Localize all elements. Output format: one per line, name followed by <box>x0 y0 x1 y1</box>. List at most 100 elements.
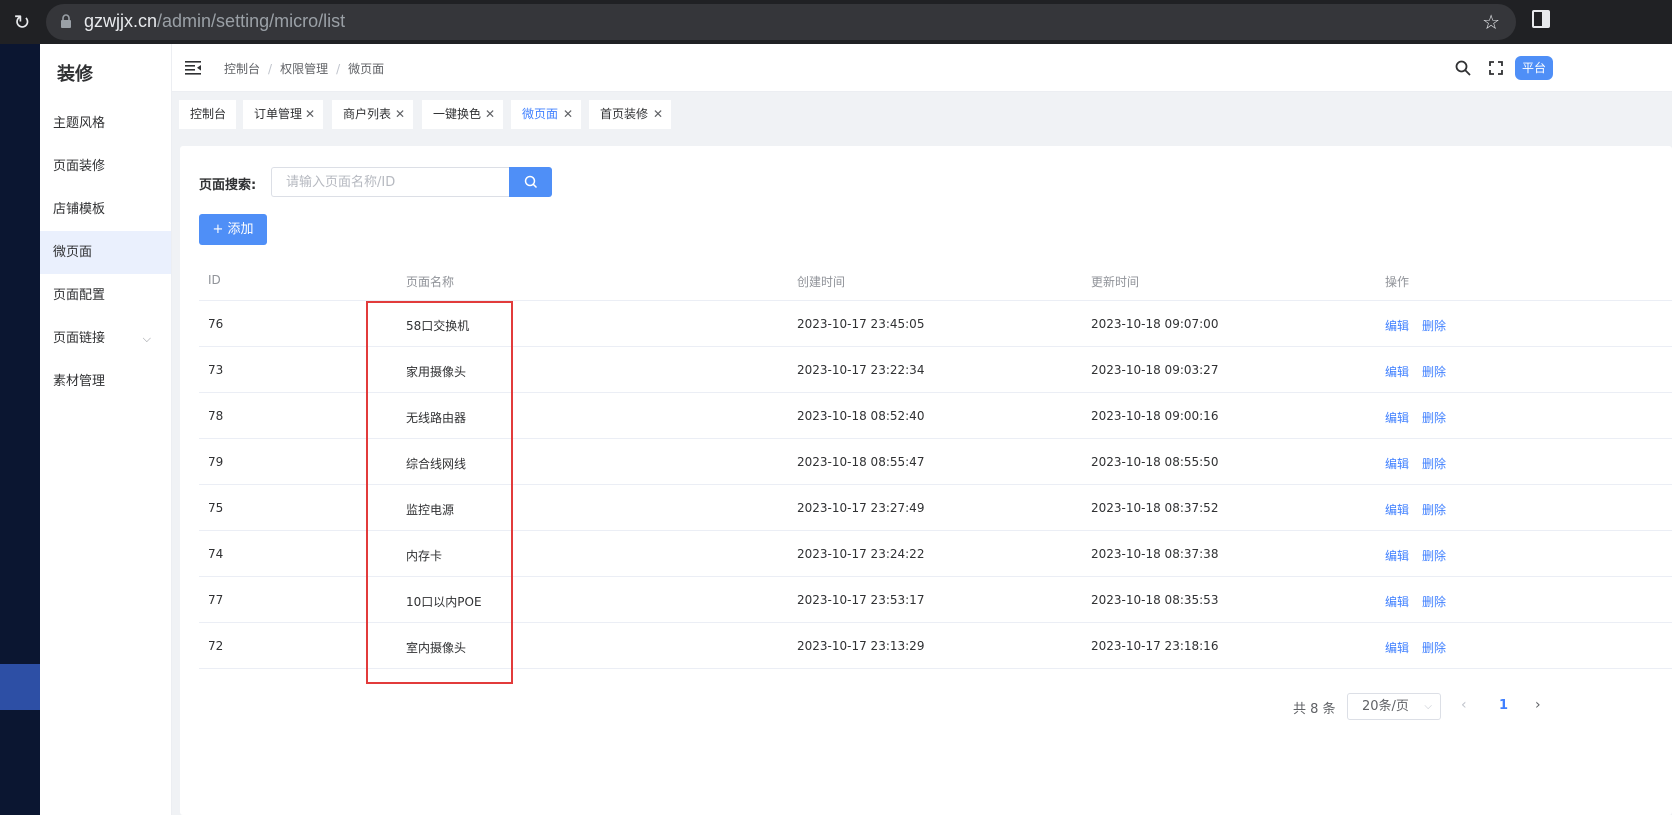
tab-merchants[interactable]: 商户列表 ✕ <box>332 100 413 129</box>
delete-link[interactable]: 删除 <box>1422 547 1446 564</box>
tab-label: 控制台 <box>190 107 227 121</box>
breadcrumb: 控制台 / 权限管理 / 微页面 <box>224 62 385 76</box>
close-icon[interactable]: ✕ <box>563 100 573 129</box>
delete-link[interactable]: 删除 <box>1422 409 1446 426</box>
close-icon[interactable]: ✕ <box>395 100 405 129</box>
column-header-name: 页面名称 <box>406 275 455 289</box>
sidebar-item-label: 素材管理 <box>53 374 106 389</box>
row-created-time: 2023-10-18 08:52:40 <box>797 409 925 423</box>
sidebar-item-label: 页面配置 <box>53 288 106 303</box>
platform-badge[interactable]: 平台 <box>1515 56 1553 80</box>
edit-link[interactable]: 编辑 <box>1385 317 1409 334</box>
search-input[interactable] <box>271 167 510 197</box>
search-icon[interactable] <box>1455 60 1471 76</box>
tab-micro-page[interactable]: 微页面 ✕ <box>511 100 581 129</box>
sidebar-item-micro-page[interactable]: 微页面 <box>40 231 171 274</box>
highlight-box <box>366 301 513 684</box>
page-size-value: 20条/页 <box>1362 699 1409 714</box>
menu-fold-icon[interactable] <box>185 61 201 75</box>
row-updated-time: 2023-10-18 08:37:38 <box>1091 547 1219 561</box>
sidebar-item-label: 页面链接 <box>53 331 106 346</box>
delete-link[interactable]: 删除 <box>1422 593 1446 610</box>
row-created-time: 2023-10-17 23:22:34 <box>797 363 925 377</box>
row-updated-time: 2023-10-18 08:35:53 <box>1091 593 1219 607</box>
row-created-time: 2023-10-18 08:55:47 <box>797 455 925 469</box>
row-updated-time: 2023-10-18 09:07:00 <box>1091 317 1219 331</box>
reload-icon[interactable]: ↻ <box>8 8 36 36</box>
side-panel-icon[interactable] <box>1532 10 1550 28</box>
sidebar-item-store-template[interactable]: 店铺模板 <box>40 188 171 231</box>
tab-home-decoration[interactable]: 首页装修 ✕ <box>589 100 671 129</box>
page-number-current[interactable]: 1 <box>1499 698 1508 713</box>
edit-link[interactable]: 编辑 <box>1385 363 1409 380</box>
row-id: 79 <box>208 455 224 469</box>
breadcrumb-item[interactable]: 控制台 <box>224 62 260 76</box>
delete-link[interactable]: 删除 <box>1422 363 1446 380</box>
tab-theme-color[interactable]: 一键换色 ✕ <box>422 100 503 129</box>
delete-link[interactable]: 删除 <box>1422 455 1446 472</box>
sidebar-item-page-config[interactable]: 页面配置 <box>40 274 171 317</box>
table-header: ID 页面名称 创建时间 更新时间 操作 <box>199 258 1672 301</box>
breadcrumb-item[interactable]: 权限管理 <box>280 62 328 76</box>
main-nav-rail <box>0 44 40 815</box>
column-header-created: 创建时间 <box>797 275 846 289</box>
row-created-time: 2023-10-17 23:45:05 <box>797 317 925 331</box>
sidebar-item-label: 页面装修 <box>53 159 106 174</box>
delete-link[interactable]: 删除 <box>1422 639 1446 656</box>
close-icon[interactable]: ✕ <box>653 100 663 129</box>
sidebar-item-page-links[interactable]: 页面链接 ⌵ <box>40 317 171 360</box>
row-id: 73 <box>208 363 224 377</box>
close-icon[interactable]: ✕ <box>305 100 315 129</box>
column-header-actions: 操作 <box>1385 275 1410 289</box>
url-text: gzwjjx.cn/admin/setting/micro/list <box>84 11 346 31</box>
sidebar-item-label: 微页面 <box>53 245 93 260</box>
browser-toolbar: ↻ gzwjjx.cn/admin/setting/micro/list ☆ <box>0 0 1672 44</box>
fullscreen-icon[interactable] <box>1489 61 1503 75</box>
row-id: 74 <box>208 547 224 561</box>
column-header-updated: 更新时间 <box>1091 275 1140 289</box>
tabs-bar: 控制台 订单管理 ✕ 商户列表 ✕ 一键换色 ✕ 微页面 ✕ 首页装修 ✕ <box>172 92 1672 138</box>
row-id: 75 <box>208 501 224 515</box>
edit-link[interactable]: 编辑 <box>1385 593 1409 610</box>
tab-label: 首页装修 <box>600 107 649 121</box>
sidebar-item-materials[interactable]: 素材管理 <box>40 360 171 403</box>
sidebar-item-label: 主题风格 <box>53 116 106 131</box>
chevron-down-icon: ⌵ <box>142 332 151 345</box>
row-updated-time: 2023-10-18 09:03:27 <box>1091 363 1219 377</box>
sidebar-item-page-decoration[interactable]: 页面装修 <box>40 145 171 188</box>
sidebar-item-theme[interactable]: 主题风格 <box>40 102 171 145</box>
bookmark-star-icon[interactable]: ☆ <box>1482 10 1500 34</box>
row-id: 77 <box>208 593 224 607</box>
row-id: 72 <box>208 639 224 653</box>
sidebar-title: 装修 <box>57 64 93 85</box>
next-page-icon[interactable]: › <box>1535 697 1541 713</box>
edit-link[interactable]: 编辑 <box>1385 501 1409 518</box>
top-header: 控制台 / 权限管理 / 微页面 平台 <box>172 44 1672 92</box>
edit-link[interactable]: 编辑 <box>1385 639 1409 656</box>
edit-link[interactable]: 编辑 <box>1385 547 1409 564</box>
search-label: 页面搜索: <box>199 178 257 193</box>
close-icon[interactable]: ✕ <box>485 100 495 129</box>
row-created-time: 2023-10-17 23:13:29 <box>797 639 925 653</box>
edit-link[interactable]: 编辑 <box>1385 409 1409 426</box>
delete-link[interactable]: 删除 <box>1422 501 1446 518</box>
address-bar[interactable]: gzwjjx.cn/admin/setting/micro/list ☆ <box>46 4 1516 40</box>
sidebar-item-label: 店铺模板 <box>53 202 106 217</box>
prev-page-icon[interactable]: ‹ <box>1461 697 1467 713</box>
main-nav-active-item[interactable] <box>0 664 40 710</box>
tab-dashboard[interactable]: 控制台 <box>179 100 236 129</box>
sub-sidebar: 装修 主题风格 页面装修 店铺模板 微页面 页面配置 页面链接 ⌵ 素材管理 <box>40 44 172 815</box>
tab-orders[interactable]: 订单管理 ✕ <box>243 100 323 129</box>
search-button[interactable] <box>509 167 552 197</box>
page-size-select[interactable]: 20条/页 ⌵ <box>1347 693 1441 720</box>
edit-link[interactable]: 编辑 <box>1385 455 1409 472</box>
chevron-down-icon: ⌵ <box>1424 701 1432 712</box>
breadcrumb-item: 微页面 <box>348 62 385 76</box>
row-id: 76 <box>208 317 224 331</box>
row-created-time: 2023-10-17 23:53:17 <box>797 593 925 607</box>
delete-link[interactable]: 删除 <box>1422 317 1446 334</box>
row-updated-time: 2023-10-18 09:00:16 <box>1091 409 1219 423</box>
row-updated-time: 2023-10-18 08:37:52 <box>1091 501 1219 515</box>
add-button[interactable]: + 添加 <box>199 214 267 245</box>
tab-label: 微页面 <box>522 107 559 121</box>
